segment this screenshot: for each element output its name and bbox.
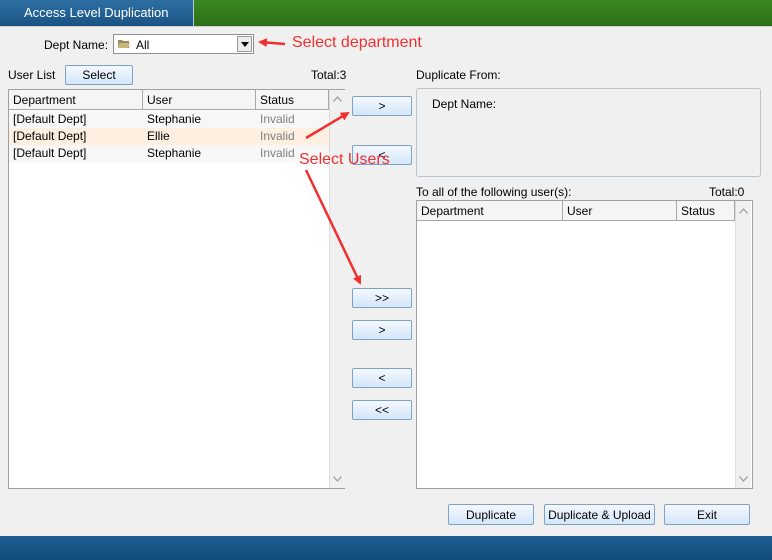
scroll-down-icon[interactable]: [333, 476, 342, 482]
user-list-total: Total:3: [311, 68, 347, 82]
duplicate-from-add-button[interactable]: >: [352, 96, 412, 116]
cell-status: Invalid: [260, 112, 295, 126]
column-header-user[interactable]: User: [563, 201, 677, 221]
table-row[interactable]: [Default Dept] Stephanie Invalid: [9, 111, 329, 128]
add-all-users-button[interactable]: >>: [352, 288, 412, 308]
dept-name-label: Dept Name:: [44, 38, 109, 52]
dept-dropdown-button[interactable]: [237, 36, 252, 52]
target-list-scrollbar[interactable]: [735, 201, 751, 488]
status-footer: [0, 536, 772, 560]
scroll-up-icon[interactable]: [333, 96, 342, 102]
cell-status: Invalid: [260, 146, 295, 160]
column-header-department[interactable]: Department: [9, 90, 143, 110]
select-users-button[interactable]: Select: [65, 65, 133, 85]
target-list-label: To all of the following user(s):: [416, 185, 572, 199]
cell-user: Ellie: [147, 129, 170, 143]
cell-department: [Default Dept]: [13, 129, 87, 143]
cell-status: Invalid: [260, 129, 295, 143]
cell-department: [Default Dept]: [13, 146, 87, 160]
window-title-tab: Access Level Duplication: [0, 0, 194, 26]
title-bar: Access Level Duplication: [0, 0, 772, 26]
table-header: Department User Status: [417, 201, 735, 221]
source-dept-name-label: Dept Name:: [432, 97, 497, 111]
user-list-table[interactable]: Department User Status [Default Dept] St…: [8, 89, 345, 489]
dept-select[interactable]: All: [113, 34, 254, 54]
column-header-department[interactable]: Department: [417, 201, 563, 221]
table-row[interactable]: [Default Dept] Ellie Invalid: [9, 128, 329, 145]
dept-select-value: All: [136, 38, 150, 52]
scroll-down-icon[interactable]: [739, 476, 748, 482]
target-user-table[interactable]: Department User Status: [416, 200, 753, 489]
remove-all-users-button[interactable]: <<: [352, 400, 412, 420]
column-header-status[interactable]: Status: [677, 201, 735, 221]
select-users-annotation: Select Users: [299, 151, 390, 168]
user-list-label: User List: [8, 68, 56, 82]
remove-user-button[interactable]: <: [352, 368, 412, 388]
duplicate-button[interactable]: Duplicate: [448, 504, 534, 525]
chevron-down-icon: [241, 42, 249, 47]
cell-department: [Default Dept]: [13, 112, 87, 126]
cell-user: Stephanie: [147, 146, 202, 160]
column-header-status[interactable]: Status: [256, 90, 329, 110]
duplicate-from-panel: Dept Name:: [416, 88, 761, 177]
duplicate-and-upload-button[interactable]: Duplicate & Upload: [544, 504, 655, 525]
cell-user: Stephanie: [147, 112, 202, 126]
user-list-scrollbar[interactable]: [329, 90, 345, 488]
duplicate-from-label: Duplicate From:: [416, 68, 501, 82]
add-user-button[interactable]: >: [352, 320, 412, 340]
select-department-annotation: Select department: [292, 34, 422, 51]
folder-icon: [118, 40, 130, 48]
column-header-user[interactable]: User: [143, 90, 256, 110]
exit-button[interactable]: Exit: [664, 504, 750, 525]
table-header: Department User Status: [9, 90, 329, 110]
target-list-total: Total:0: [709, 185, 745, 199]
table-row[interactable]: [Default Dept] Stephanie Invalid: [9, 145, 329, 162]
scroll-up-icon[interactable]: [739, 208, 748, 214]
